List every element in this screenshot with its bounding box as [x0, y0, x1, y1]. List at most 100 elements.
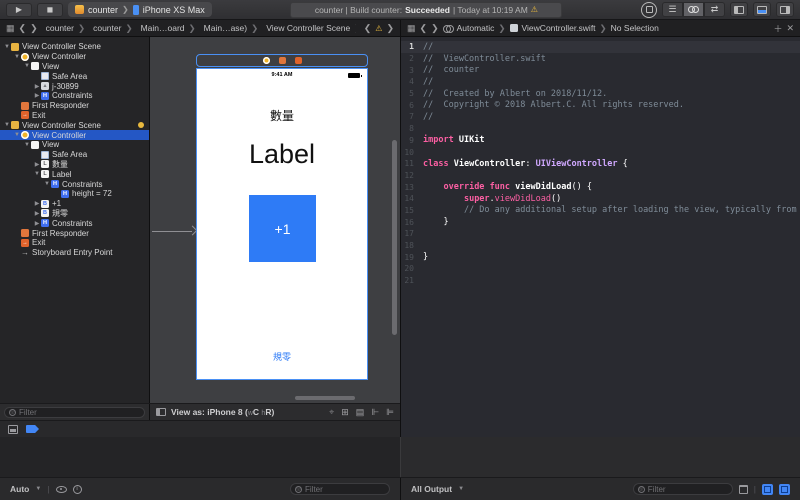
back-button[interactable]: ❮	[420, 23, 428, 34]
dock-debug-area-icon[interactable]	[8, 424, 18, 434]
breakpoints-toggle-icon[interactable]	[26, 425, 39, 433]
console-filter-field[interactable]: ◎ Filter	[632, 483, 733, 495]
console-view[interactable]	[400, 437, 800, 477]
outline-row[interactable]: Hheight = 72	[0, 189, 149, 199]
related-items-icon[interactable]: ▦	[6, 23, 15, 34]
code-line[interactable]: 3 // counter	[401, 64, 800, 76]
add-constraints-icon[interactable]: ⊩	[371, 407, 379, 418]
assistant-editor-button[interactable]	[683, 2, 704, 17]
outline-row[interactable]: → Exit	[0, 238, 149, 248]
breadcrumb-item[interactable]: Main…oard	[141, 23, 185, 33]
disclosure-triangle-icon[interactable]: ▼	[13, 132, 21, 138]
disclosure-triangle-icon[interactable]: ▶	[33, 92, 41, 99]
console-output-dropdown[interactable]: All Output	[411, 484, 452, 494]
outline-row[interactable]: ▶ L 數量	[0, 160, 149, 170]
variables-filter-field[interactable]: ◎ Filter	[290, 483, 390, 495]
breadcrumb-item[interactable]: counter	[93, 23, 121, 33]
show-console-toggle[interactable]	[779, 483, 790, 495]
code-line[interactable]: 20	[401, 263, 800, 275]
related-items-icon[interactable]: ▦	[407, 23, 416, 34]
quantity-title-label[interactable]: 數量	[197, 107, 367, 124]
issue-warning-icon[interactable]: ⚠	[375, 24, 382, 33]
inspector-toggle-button[interactable]	[776, 2, 794, 17]
disclosure-triangle-icon[interactable]: ▼	[33, 171, 41, 177]
outline-row[interactable]: ▶ H Constraints	[0, 218, 149, 228]
code-line[interactable]: 5 // Created by Albert on 2018/11/12.	[401, 88, 800, 100]
breadcrumb-item[interactable]: counter	[46, 23, 74, 33]
exit-icon[interactable]	[294, 57, 302, 64]
disclosure-triangle-icon[interactable]: ▶	[33, 161, 41, 168]
previous-issue-button[interactable]: ❮	[364, 23, 372, 34]
code-line[interactable]: 11 class ViewController: UIViewController…	[401, 158, 800, 170]
breadcrumb-item[interactable]: Main…ase)	[204, 23, 247, 33]
code-line[interactable]: 18	[401, 240, 800, 252]
outline-row[interactable]: ▼ View	[0, 140, 149, 150]
outline-row[interactable]: ▶ B +1	[0, 199, 149, 209]
code-line[interactable]: 1 //	[401, 41, 800, 53]
increment-button[interactable]: +1	[249, 195, 316, 262]
destination-name[interactable]: iPhone XS Max	[143, 5, 205, 15]
version-editor-button[interactable]: ⇄	[704, 2, 725, 17]
disclosure-triangle-icon[interactable]: ▼	[13, 54, 21, 60]
disclosure-triangle-icon[interactable]: ▶	[33, 200, 41, 207]
warning-icon[interactable]: ⚠	[531, 5, 538, 14]
breadcrumb-item[interactable]: No Selection	[611, 23, 659, 33]
outline-row[interactable]: ▼ View Controller Scene	[0, 120, 149, 130]
disclosure-triangle-icon[interactable]: ▼	[3, 44, 11, 50]
outline-row[interactable]: ▶ ▴ j-30899	[0, 81, 149, 91]
resolve-autolayout-icon[interactable]: ⊫	[386, 407, 394, 418]
disclosure-triangle-icon[interactable]: ▼	[3, 122, 11, 128]
breadcrumb-item[interactable]: Automatic	[457, 23, 495, 33]
outline-row[interactable]: Safe Area	[0, 71, 149, 81]
embed-in-stack-icon[interactable]: ⊞	[341, 407, 349, 418]
variables-view[interactable]	[0, 437, 400, 477]
outline-row[interactable]: → Exit	[0, 111, 149, 121]
outline-row[interactable]: ▼ View	[0, 62, 149, 72]
stop-button[interactable]: ◼	[37, 2, 63, 17]
next-issue-button[interactable]: ❯	[386, 23, 394, 34]
code-line[interactable]: 9 import UIKit	[401, 135, 800, 147]
document-outline-toggle-icon[interactable]	[156, 408, 166, 416]
disclosure-triangle-icon[interactable]: ▶	[33, 210, 41, 217]
counter-value-label[interactable]: Label	[197, 139, 367, 170]
outline-row[interactable]: ▼ L Label	[0, 169, 149, 179]
disclosure-triangle-icon[interactable]: ▶	[33, 83, 41, 90]
outline-row[interactable]: ▶ B 規零	[0, 209, 149, 219]
code-line[interactable]: 15 // Do any additional setup after load…	[401, 205, 800, 217]
view-controller-view[interactable]: 9:41 AM 數量 Label +1 規零	[196, 68, 368, 380]
scene-dock[interactable]	[196, 54, 368, 67]
forward-button[interactable]: ❯	[431, 23, 439, 34]
navigator-toggle-button[interactable]	[730, 2, 748, 17]
code-line[interactable]: 8	[401, 123, 800, 135]
close-assistant-editor-button[interactable]: ✕	[786, 23, 794, 34]
view-as-label[interactable]: View as: iPhone 8 (wC hR)	[171, 407, 274, 417]
disclosure-triangle-icon[interactable]: ▼	[23, 142, 31, 148]
canvas-horizontal-scrollbar[interactable]	[295, 396, 355, 400]
code-line[interactable]: 17	[401, 228, 800, 240]
clear-console-icon[interactable]	[738, 484, 748, 494]
outline-row[interactable]: First Responder	[0, 101, 149, 111]
disclosure-triangle-icon[interactable]: ▶	[33, 220, 41, 227]
disclosure-triangle-icon[interactable]: ▼	[43, 181, 51, 187]
outline-row[interactable]: → Storyboard Entry Point	[0, 248, 149, 258]
code-line[interactable]: 7 //	[401, 111, 800, 123]
variables-scope-dropdown[interactable]: Auto	[10, 484, 29, 494]
outline-row[interactable]: ▼ View Controller Scene	[0, 42, 149, 52]
back-button[interactable]: ❮	[19, 23, 27, 34]
canvas-vertical-scrollbar[interactable]	[392, 140, 397, 335]
outline-row[interactable]: ▼ View Controller	[0, 130, 149, 140]
forward-button[interactable]: ❯	[30, 23, 38, 34]
code-line[interactable]: 4 //	[401, 76, 800, 88]
outline-row[interactable]: ▼ View Controller	[0, 52, 149, 62]
outline-row[interactable]: ▶ H Constraints	[0, 91, 149, 101]
code-line[interactable]: 16 }	[401, 216, 800, 228]
scheme-selector[interactable]: counter ❯ iPhone XS Max	[68, 2, 212, 17]
code-line[interactable]: 6 // Copyright © 2018 Albert.C. All right…	[401, 99, 800, 111]
show-variables-view-toggle[interactable]	[762, 483, 773, 495]
code-line[interactable]: 2 // ViewController.swift	[401, 53, 800, 65]
outline-row[interactable]: ▼ H Constraints	[0, 179, 149, 189]
run-button[interactable]: ▶	[6, 2, 32, 17]
outline-row[interactable]: First Responder	[0, 228, 149, 238]
scheme-name[interactable]: counter	[88, 5, 118, 15]
code-line[interactable]: 12	[401, 170, 800, 182]
